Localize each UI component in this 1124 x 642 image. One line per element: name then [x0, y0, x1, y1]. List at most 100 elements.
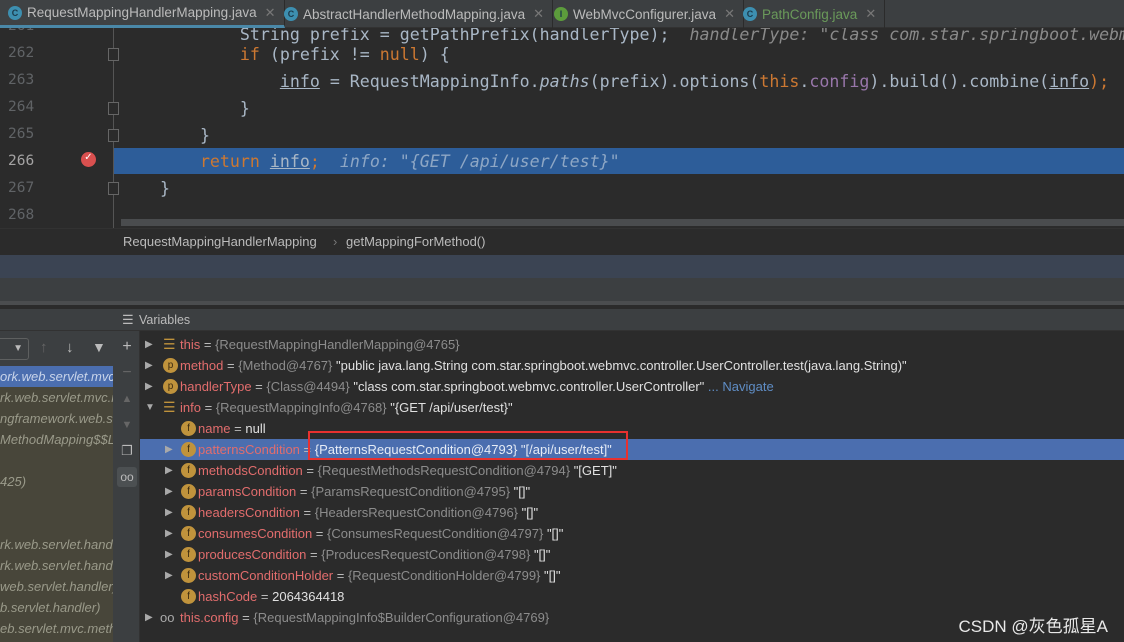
variable-value: null — [245, 421, 266, 436]
variable-value: "[GET]" — [573, 463, 617, 478]
frame-item[interactable]: b.servlet.handler) — [0, 597, 113, 618]
variable-name: handlerType — [180, 379, 252, 394]
fold-icon[interactable] — [108, 182, 119, 195]
frame-item[interactable]: 425) — [0, 471, 113, 492]
variable-row[interactable]: ▶ f methodsCondition = {RequestMethodsReq… — [140, 460, 1124, 481]
list-icon: ☰ — [163, 399, 176, 415]
frame-item[interactable]: web.servlet.handler) — [0, 576, 113, 597]
frame-item[interactable]: rk.web.servlet.handle — [0, 534, 113, 555]
tab-abstracthandlermethodmapping[interactable]: C AbstractHandlerMethodMapping.java ✕ — [276, 0, 554, 28]
filter-icon[interactable]: ▼ — [92, 339, 106, 355]
breadcrumb-method[interactable]: getMappingForMethod() — [346, 234, 485, 249]
variable-name: producesCondition — [198, 547, 307, 562]
frame-item[interactable]: rk.web.servlet.handle — [0, 555, 113, 576]
expand-icon[interactable]: ▶ — [165, 439, 173, 460]
field-icon: f — [181, 505, 196, 520]
frames-list[interactable]: ork.web.servlet.mvc. rk.web.servlet.mvc.m… — [0, 366, 113, 642]
variable-name: info — [180, 400, 201, 415]
variables-title: Variables — [139, 313, 191, 327]
variables-tree[interactable]: ▶ ☰ this = {RequestMappingHandlerMapping@… — [140, 331, 1124, 642]
variable-name: name — [198, 421, 231, 436]
expand-icon[interactable]: ▶ — [145, 376, 153, 397]
add-watch-icon[interactable]: + — [117, 337, 137, 357]
tab-webmvcconfigurer[interactable]: I WebMvcConfigurer.java ✕ — [546, 0, 744, 28]
close-icon[interactable]: ✕ — [865, 6, 876, 22]
frame-item[interactable] — [0, 513, 113, 534]
variable-type: {RequestMappingInfo@4768} — [215, 400, 387, 415]
navigate-link[interactable]: ... Navigate — [708, 379, 774, 394]
variable-type: {ParamsRequestCondition@4795} — [311, 484, 511, 499]
field-icon: f — [181, 421, 196, 436]
frame-item[interactable]: MethodMapping$$La — [0, 429, 113, 450]
horizontal-scrollbar[interactable] — [121, 219, 1124, 226]
field-icon: f — [181, 589, 196, 604]
expand-icon[interactable]: ▶ — [145, 334, 153, 355]
code-line-267: } — [159, 179, 170, 198]
tab-pathconfig[interactable]: C PathConfig.java ✕ — [735, 0, 886, 28]
variable-row[interactable]: ▶ f paramsCondition = {ParamsRequestCondi… — [140, 481, 1124, 502]
fold-icon[interactable] — [108, 102, 119, 115]
frame-item[interactable]: rk.web.servlet.mvc.m — [0, 387, 113, 408]
expand-icon[interactable]: ▶ — [145, 607, 153, 628]
collapse-icon[interactable]: ▼ — [145, 397, 155, 418]
code-editor[interactable]: 261 262 263 264 265 266 267 268 ✓ String prefix… — [0, 28, 1124, 228]
remove-watch-icon[interactable]: − — [117, 363, 137, 383]
variable-row[interactable]: ▶ f consumesCondition = {ConsumesRequestC… — [140, 523, 1124, 544]
variable-type: {ConsumesRequestCondition@4797} — [327, 526, 544, 541]
close-icon[interactable]: ✕ — [533, 6, 544, 22]
variable-row[interactable]: ▶ p method = {Method@4767} "public java.l… — [140, 355, 1124, 376]
expand-icon[interactable]: ▶ — [165, 523, 173, 544]
variable-row[interactable]: ▶ f producesCondition = {ProducesRequestC… — [140, 544, 1124, 565]
debug-toolbar — [0, 255, 1124, 278]
parameter-icon: p — [163, 379, 178, 394]
variable-name: patternsCondition — [198, 442, 300, 457]
class-icon: C — [743, 7, 757, 21]
variable-row[interactable]: ▼ ☰ info = {RequestMappingInfo@4768} "{GE… — [140, 397, 1124, 418]
fold-icon[interactable] — [108, 129, 119, 142]
watches-toggle-icon[interactable]: oo — [117, 467, 137, 487]
thread-selector[interactable]: ▼ — [0, 338, 29, 360]
frame-item[interactable]: eb.servlet.mvc.meth — [0, 618, 113, 639]
variable-row[interactable]: ▶ ☰ this = {RequestMappingHandlerMapping@… — [140, 334, 1124, 355]
close-icon[interactable]: ✕ — [724, 6, 735, 22]
variable-row[interactable]: ▶ f customConditionHolder = {RequestCondi… — [140, 565, 1124, 586]
arrow-up-icon[interactable]: ↑ — [40, 339, 48, 356]
code-line-262: if (prefix != null) { — [239, 45, 450, 64]
line-number: 267 — [8, 180, 35, 196]
frame-item[interactable]: ork.web.servlet.mvc. — [0, 366, 113, 387]
move-up-icon[interactable]: ▲ — [117, 389, 137, 409]
variable-row[interactable]: ▶ f headersCondition = {HeadersRequestCon… — [140, 502, 1124, 523]
variable-row[interactable]: f name = null — [140, 418, 1124, 439]
variable-name: method — [180, 358, 224, 373]
variable-row[interactable]: ▶ p handlerType = {Class@4494} "class com… — [140, 376, 1124, 397]
line-number: 266 — [8, 153, 35, 169]
line-number: 268 — [8, 207, 35, 223]
expand-icon[interactable]: ▶ — [165, 460, 173, 481]
expand-icon[interactable]: ▶ — [145, 355, 153, 376]
tab-requestmappinghandlermapping[interactable]: C RequestMappingHandlerMapping.java ✕ — [0, 0, 285, 28]
watch-icon: oo — [160, 610, 175, 625]
expand-icon[interactable]: ▶ — [165, 565, 173, 586]
tab-label: RequestMappingHandlerMapping.java — [27, 5, 257, 20]
breakpoint-icon[interactable]: ✓ — [81, 152, 96, 167]
expand-icon[interactable]: ▶ — [165, 544, 173, 565]
field-icon: f — [181, 526, 196, 541]
variable-type: {RequestMappingHandlerMapping@4765} — [215, 337, 460, 352]
close-icon[interactable]: ✕ — [265, 5, 276, 21]
move-down-icon[interactable]: ▼ — [117, 415, 137, 435]
arrow-down-icon[interactable]: ↓ — [66, 339, 74, 356]
breadcrumb-class[interactable]: RequestMappingHandlerMapping — [123, 234, 317, 249]
expand-icon[interactable]: ▶ — [165, 502, 173, 523]
frame-item[interactable] — [0, 492, 113, 513]
variable-row[interactable]: ▶ f patternsCondition = {PatternsRequestC… — [140, 439, 1124, 460]
variable-row[interactable]: f hashCode = 2064364418 — [140, 586, 1124, 607]
parameter-icon: p — [163, 358, 178, 373]
line-number: 261 — [8, 28, 38, 34]
frame-item[interactable]: ngframework.web.se — [0, 408, 113, 429]
frame-item[interactable] — [0, 450, 113, 471]
variable-type: {RequestMappingInfo$BuilderConfiguration… — [253, 610, 550, 625]
annotation-highlight-box — [308, 431, 628, 460]
expand-icon[interactable]: ▶ — [165, 481, 173, 502]
fold-icon[interactable] — [108, 48, 119, 61]
copy-icon[interactable]: ❐ — [117, 441, 137, 461]
